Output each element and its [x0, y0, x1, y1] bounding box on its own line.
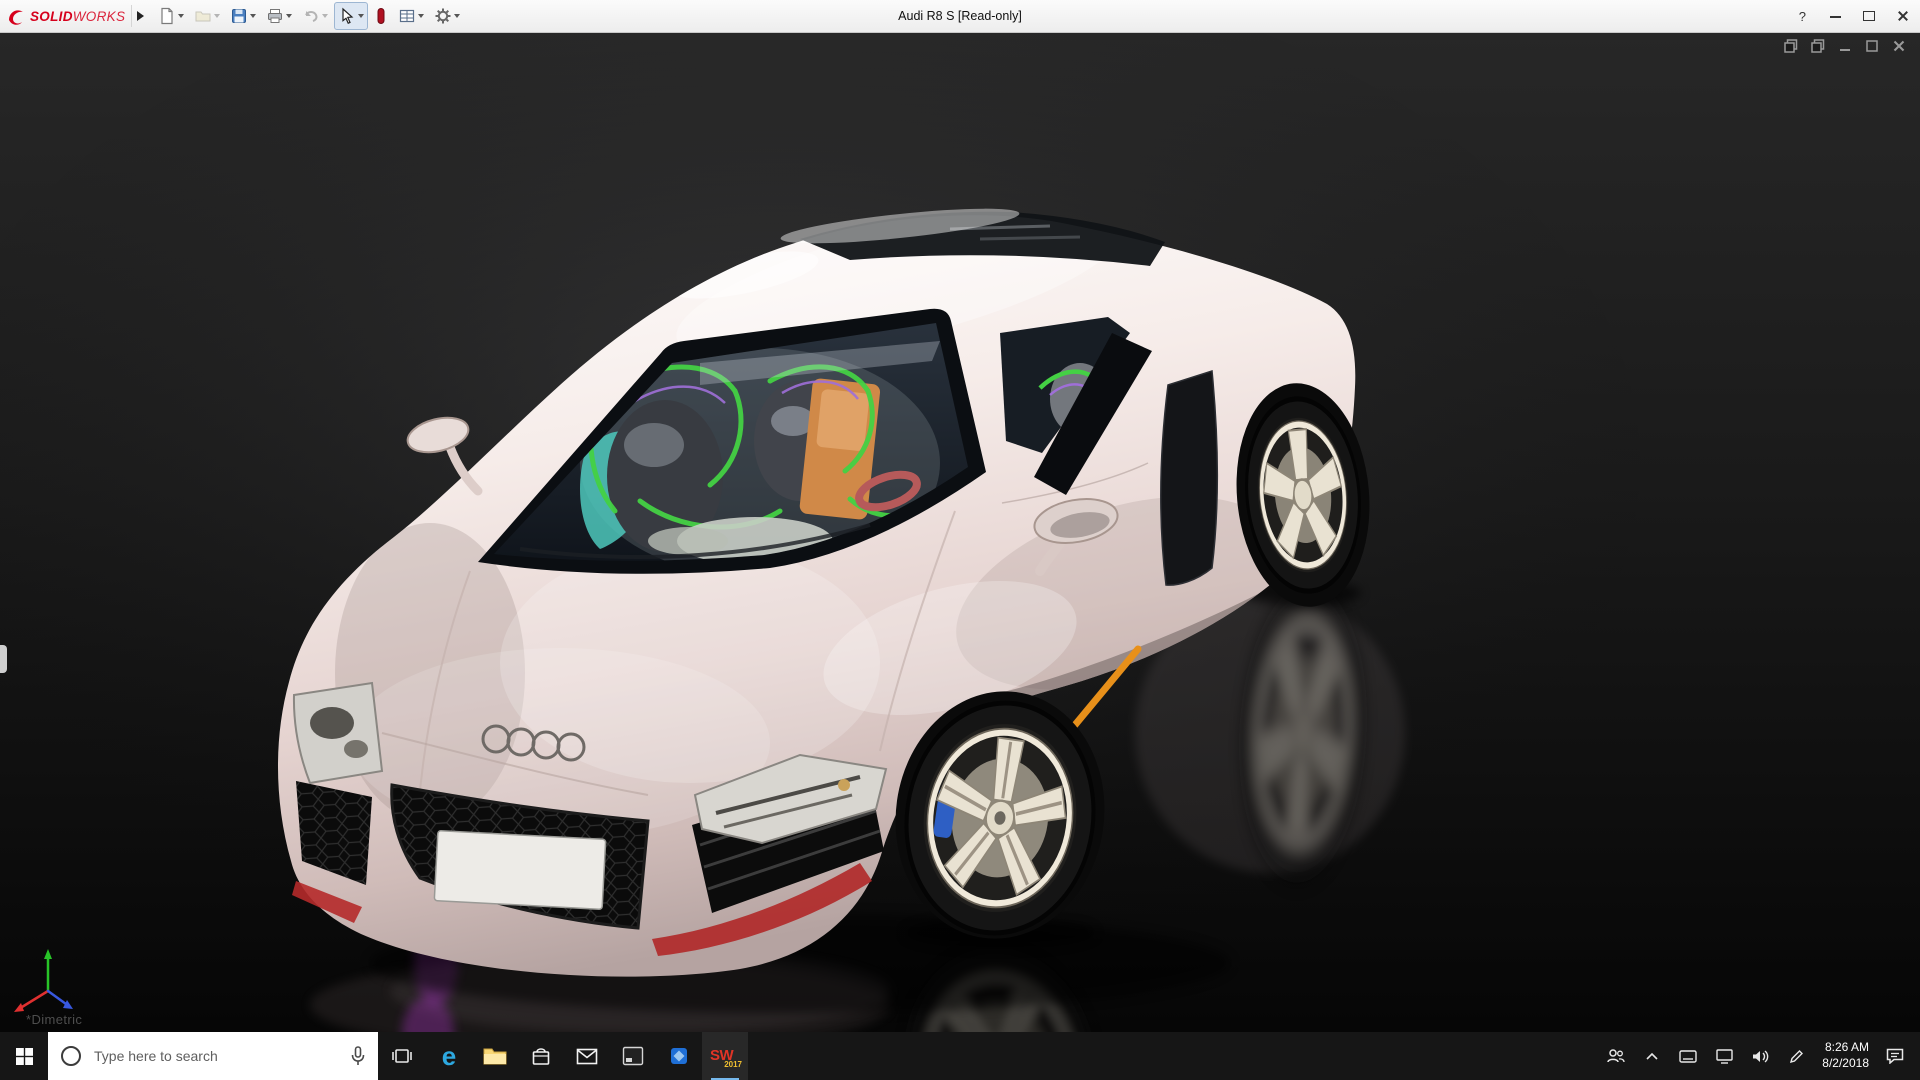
display-pane-icon [398, 7, 416, 25]
logo-text: SOLIDWORKS [30, 9, 125, 24]
taskbar-search[interactable] [48, 1032, 378, 1080]
windows-logo-icon [16, 1048, 33, 1065]
display-pane-button[interactable] [394, 2, 428, 30]
open-document-button[interactable] [190, 2, 224, 30]
app-edrawings[interactable] [656, 1032, 702, 1080]
app-console[interactable] [610, 1032, 656, 1080]
document-window-controls [1784, 39, 1906, 53]
options-button[interactable] [430, 2, 464, 30]
dropdown-arrow-icon [418, 14, 424, 18]
app-edge[interactable]: e [426, 1032, 472, 1080]
solidworks-app-icon: SW 2017 [710, 1043, 740, 1069]
mail-envelope-icon [576, 1048, 598, 1065]
action-center-button[interactable] [1877, 1032, 1920, 1080]
instant3d-button[interactable] [370, 2, 392, 30]
solidworks-logo: SOLIDWORKS [6, 6, 131, 26]
left-headlight [294, 683, 382, 783]
dropdown-arrow-icon [358, 14, 364, 18]
license-plate [434, 831, 605, 910]
undo-arrow-icon [302, 7, 320, 25]
volume-button[interactable] [1742, 1032, 1778, 1080]
new-document-icon [158, 7, 176, 25]
doc-maximize-icon[interactable] [1865, 39, 1879, 53]
clock-time: 8:26 AM [1822, 1040, 1869, 1056]
system-tray: 8:26 AM 8/2/2018 [1598, 1032, 1920, 1080]
dropdown-arrow-icon [250, 14, 256, 18]
dropdown-arrow-icon [214, 14, 220, 18]
titlebar: SOLIDWORKS [0, 0, 1920, 33]
cortana-icon[interactable] [60, 1045, 82, 1067]
titlebar-controls: ? [1787, 0, 1920, 32]
store-bag-icon [531, 1045, 551, 1067]
doc-close-icon[interactable] [1892, 39, 1906, 53]
taskbar-clock[interactable]: 8:26 AM 8/2/2018 [1814, 1040, 1877, 1071]
save-button[interactable] [226, 2, 260, 30]
dropdown-arrow-icon [454, 14, 460, 18]
logo-suffix: WORKS [73, 9, 126, 24]
pen-tray-button[interactable] [1778, 1032, 1814, 1080]
microphone-icon[interactable] [350, 1046, 366, 1066]
chevron-up-icon [1645, 1052, 1659, 1061]
file-explorer-icon [483, 1046, 507, 1066]
doc-minimize-icon[interactable] [1838, 39, 1852, 53]
menu-flyout-button[interactable] [131, 5, 148, 27]
edge-icon: e [442, 1043, 456, 1069]
window-title: Audi R8 S [Read-only] [898, 9, 1022, 23]
dassault-swoosh-icon [6, 6, 26, 26]
doc-new-window-icon[interactable] [1811, 39, 1825, 53]
minimize-button[interactable] [1818, 0, 1852, 32]
start-button[interactable] [0, 1032, 48, 1080]
view-orientation-label: *Dimetric [26, 1012, 82, 1027]
dropdown-arrow-icon [178, 14, 184, 18]
maximize-icon [1863, 11, 1875, 21]
windows-taskbar: e SW 2017 [0, 1032, 1920, 1080]
close-button[interactable] [1886, 0, 1920, 32]
doc-restore-icon[interactable] [1784, 39, 1798, 53]
dropdown-arrow-icon [322, 14, 328, 18]
app-solidworks[interactable]: SW 2017 [702, 1032, 748, 1080]
open-folder-icon [194, 7, 212, 25]
audi-r8-model-render [0, 33, 1920, 1033]
undo-button[interactable] [298, 2, 332, 30]
keyboard-icon [1679, 1050, 1697, 1063]
feature-manager-collapsed-handle[interactable] [0, 645, 7, 673]
print-button[interactable] [262, 2, 296, 30]
sw-year: 2017 [724, 1060, 742, 1069]
dropdown-arrow-icon [286, 14, 292, 18]
pen-icon [1789, 1049, 1804, 1064]
help-button[interactable]: ? [1787, 9, 1818, 24]
keyboard-tray-button[interactable] [1670, 1032, 1706, 1080]
new-document-button[interactable] [154, 2, 188, 30]
clock-date: 8/2/2018 [1822, 1056, 1869, 1072]
volume-icon [1752, 1049, 1769, 1064]
graphics-viewport[interactable]: *Dimetric [0, 33, 1920, 1033]
search-input[interactable] [92, 1047, 340, 1065]
logo-prefix: SOLID [30, 9, 73, 24]
task-view-button[interactable] [378, 1032, 426, 1080]
console-window-icon [622, 1046, 644, 1066]
app-mail[interactable] [564, 1032, 610, 1080]
display-icon [1716, 1049, 1733, 1064]
gear-icon [434, 7, 452, 25]
people-icon [1607, 1048, 1625, 1064]
action-center-icon [1886, 1048, 1904, 1064]
instant3d-icon [374, 7, 388, 25]
flyout-arrow-icon [137, 11, 144, 21]
printer-icon [266, 7, 284, 25]
maximize-button[interactable] [1852, 0, 1886, 32]
select-cursor-icon [338, 7, 356, 25]
minimize-icon [1830, 15, 1841, 18]
close-icon [1897, 10, 1909, 22]
hidden-icons-button[interactable] [1634, 1032, 1670, 1080]
app-file-explorer[interactable] [472, 1032, 518, 1080]
display-tray-button[interactable] [1706, 1032, 1742, 1080]
save-floppy-icon [230, 7, 248, 25]
quick-access-toolbar [154, 2, 464, 30]
app-store[interactable] [518, 1032, 564, 1080]
blue-cube-icon [668, 1045, 690, 1067]
select-tool-button[interactable] [334, 2, 368, 30]
task-view-icon [392, 1046, 412, 1066]
people-button[interactable] [1598, 1032, 1634, 1080]
